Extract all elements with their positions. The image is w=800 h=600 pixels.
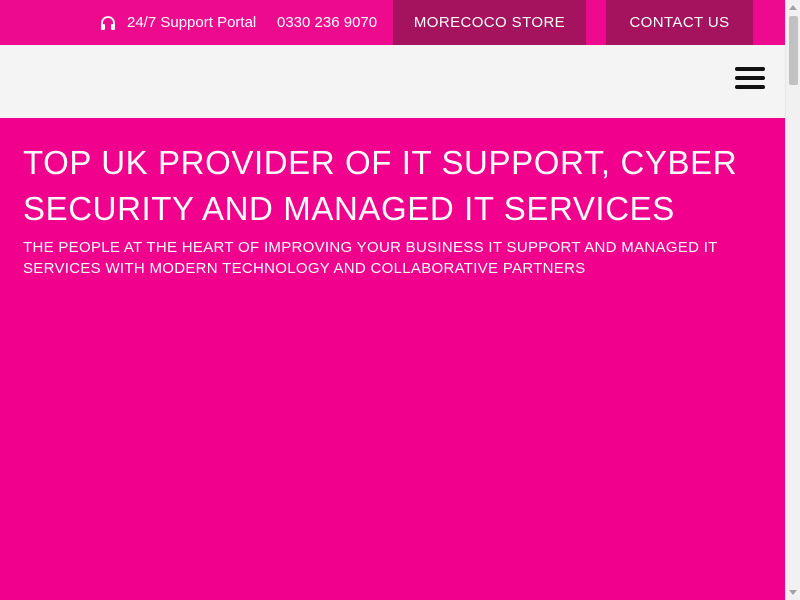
top-bar: 24/7 Support Portal 0330 236 9070 MORECO… <box>0 0 785 45</box>
hero-title: TOP UK PROVIDER OF IT SUPPORT, CYBER SEC… <box>23 144 738 227</box>
hero-section: TOP UK PROVIDER OF IT SUPPORT, CYBER SEC… <box>0 118 785 600</box>
scrollbar-thumb[interactable] <box>789 16 798 85</box>
hero-subtitle: THE PEOPLE AT THE HEART OF IMPROVING YOU… <box>23 239 718 277</box>
support-portal-link[interactable]: 24/7 Support Portal <box>100 0 256 45</box>
arrow-up-icon <box>789 5 797 10</box>
contact-us-button[interactable]: CONTACT US <box>606 0 753 45</box>
page: 24/7 Support Portal 0330 236 9070 MORECO… <box>0 0 785 600</box>
phone-link[interactable]: 0330 236 9070 <box>277 0 377 45</box>
vertical-scrollbar[interactable] <box>785 0 800 600</box>
hamburger-menu-icon[interactable] <box>735 65 765 91</box>
support-portal-label: 24/7 Support Portal <box>127 14 257 31</box>
site-header <box>0 45 785 118</box>
headphones-icon <box>100 15 116 31</box>
morecoco-store-button[interactable]: MORECOCO STORE <box>393 0 586 45</box>
arrow-down-icon <box>789 590 797 595</box>
scroll-down-button[interactable] <box>786 585 800 600</box>
scroll-up-button[interactable] <box>786 0 800 15</box>
